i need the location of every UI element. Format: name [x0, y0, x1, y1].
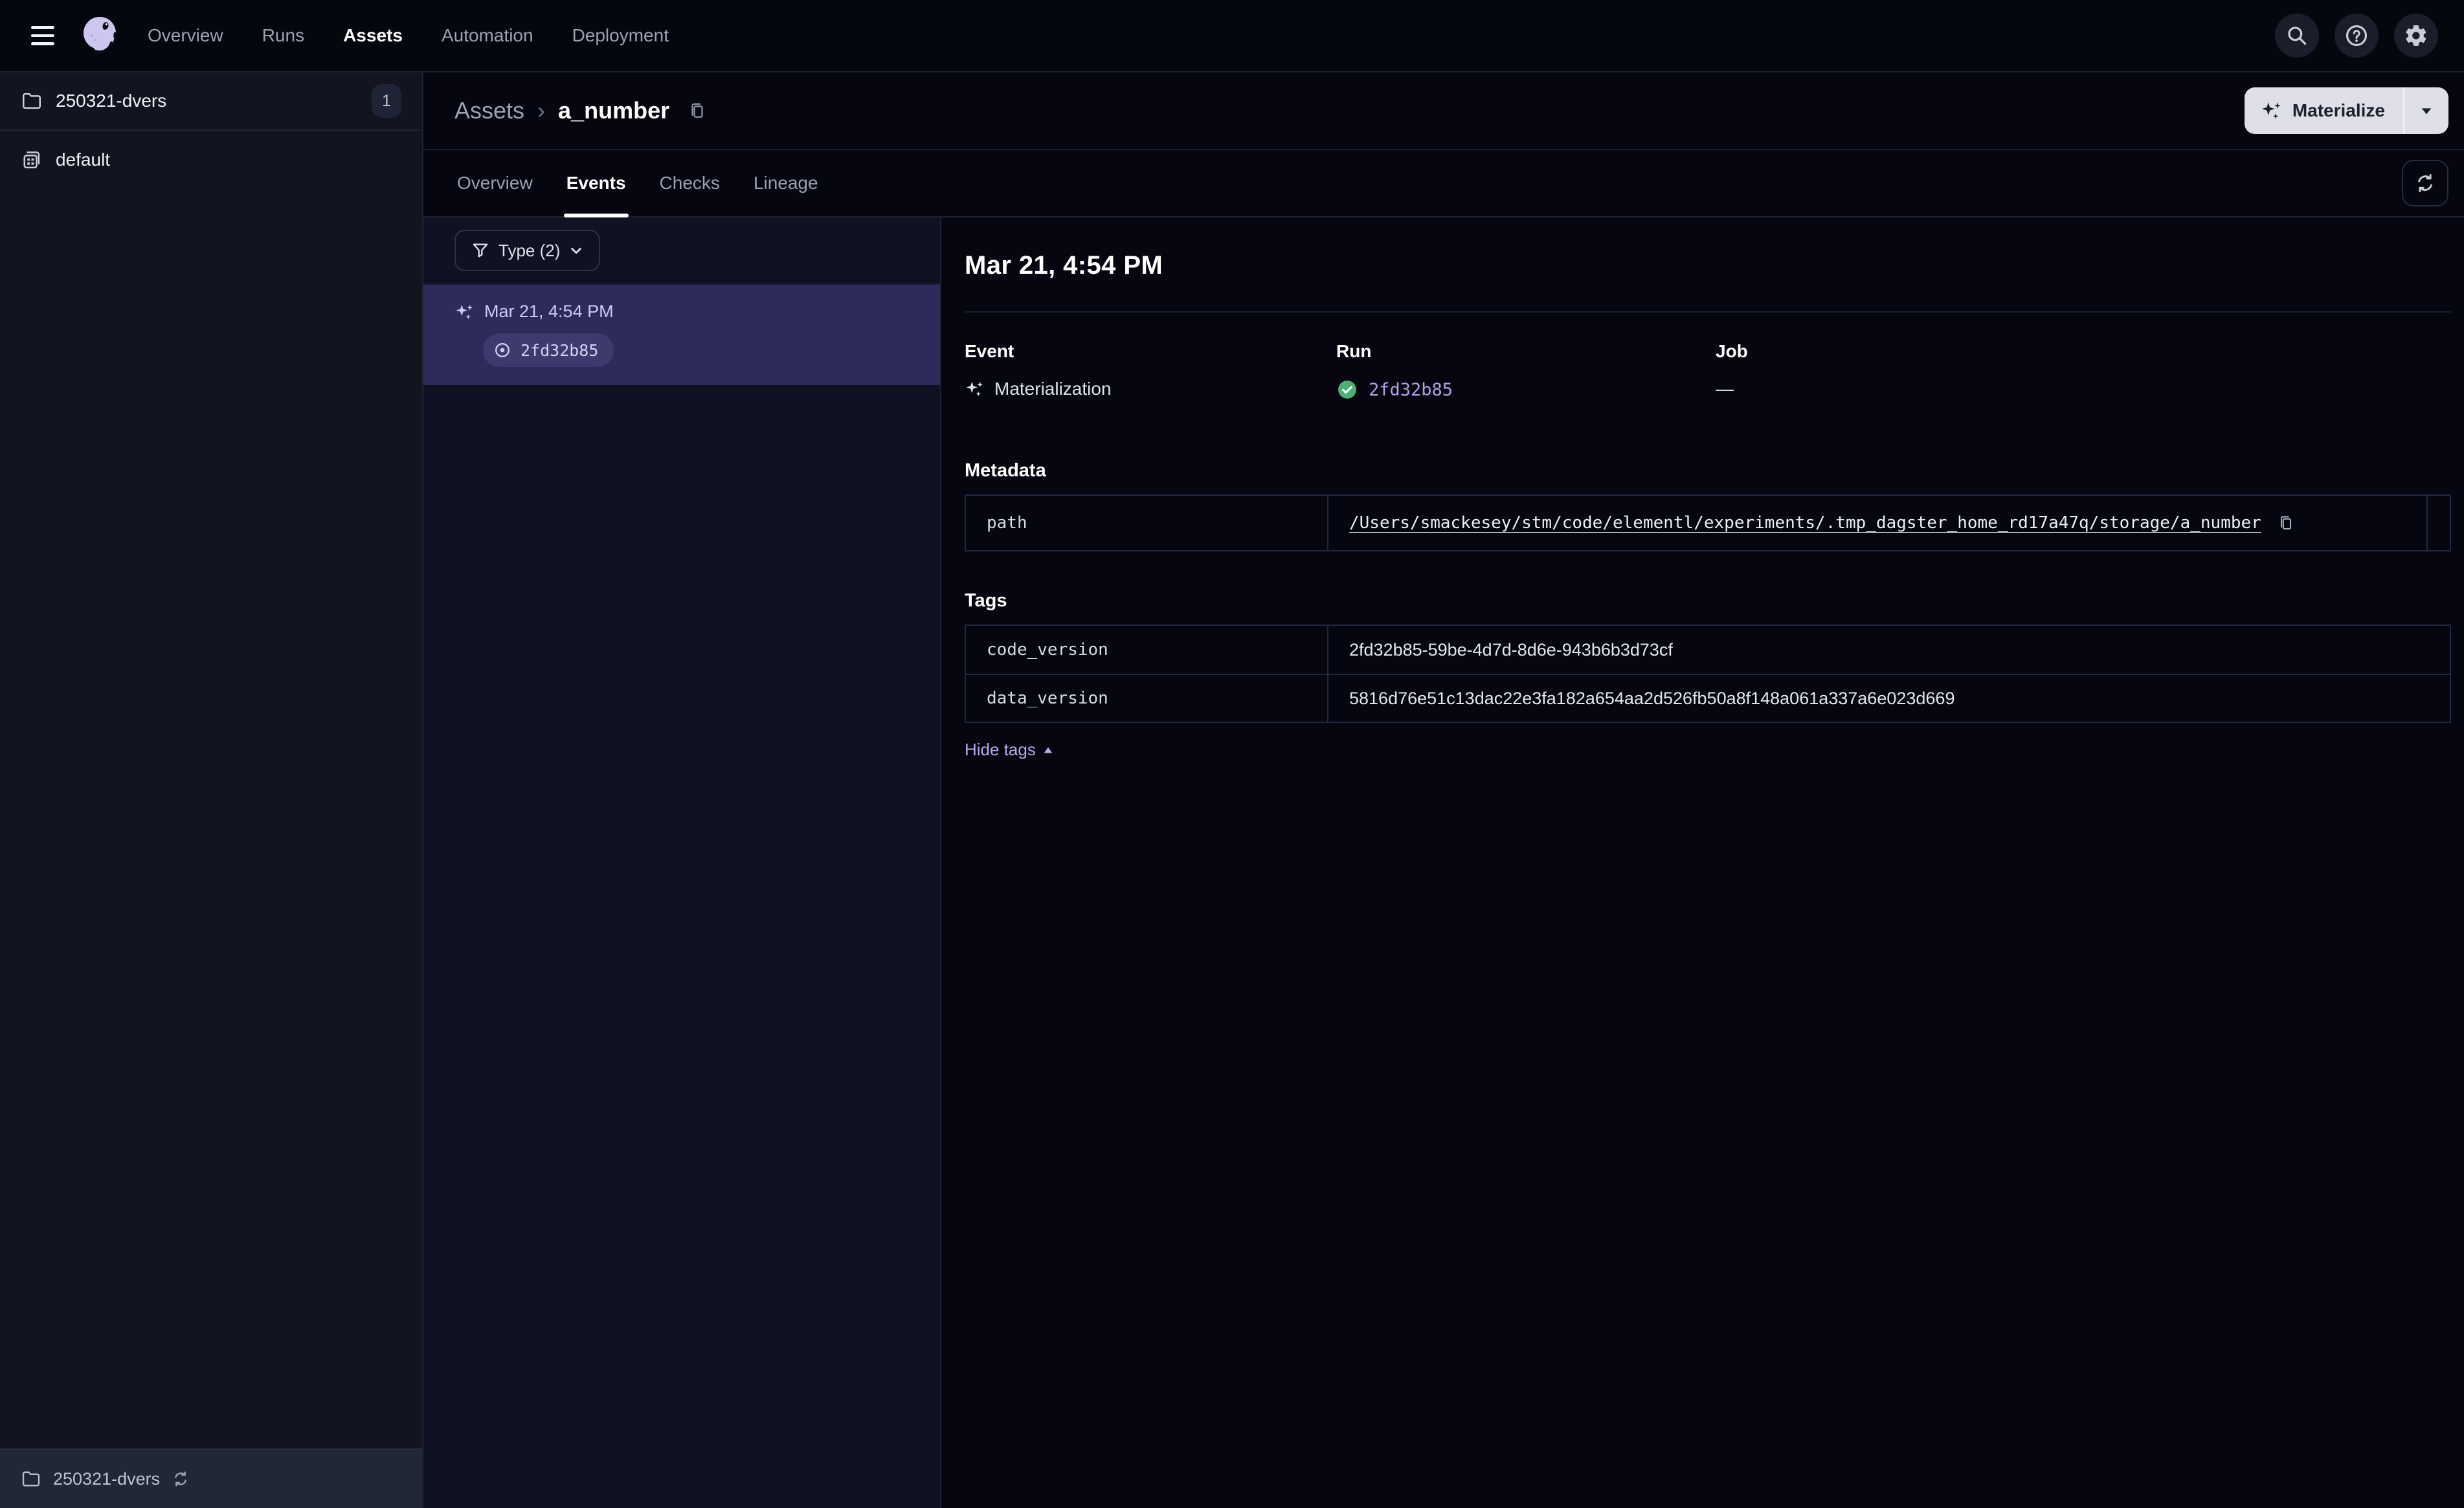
job-empty-value: —	[1716, 379, 1734, 399]
materialize-dropdown-button[interactable]	[2404, 87, 2448, 134]
event-run-pill[interactable]: 2fd32b85	[483, 333, 614, 367]
materialize-split-button: Materialize	[2244, 87, 2448, 134]
sidebar-item-asset-group[interactable]: default	[0, 131, 422, 189]
folder-icon	[22, 1471, 40, 1487]
tab-events[interactable]: Events	[563, 150, 629, 217]
materialize-sparkle-icon	[2261, 102, 2281, 119]
search-icon	[2288, 27, 2307, 45]
nav-item-assets[interactable]: Assets	[343, 25, 403, 46]
asset-group-icon	[23, 151, 40, 169]
metadata-key: path	[966, 496, 1328, 550]
asset-detail-page: Assets › a_number Materialize Overview E…	[423, 72, 2464, 1508]
nav-item-runs[interactable]: Runs	[262, 25, 304, 46]
primary-nav: Overview Runs Assets Automation Deployme…	[148, 25, 669, 46]
type-filter-button[interactable]: Type (2)	[454, 230, 601, 271]
run-column: Run 2fd32b85	[1336, 341, 1716, 401]
table-row: code_version 2fd32b85-59be-4d7d-8d6e-943…	[966, 626, 2450, 674]
menu-icon[interactable]	[21, 14, 65, 58]
code-location-label: 250321-dvers	[56, 91, 167, 111]
nav-actions	[2275, 14, 2438, 58]
type-filter-label: Type (2)	[498, 240, 561, 260]
tags-section: Tags code_version 2fd32b85-59be-4d7d-8d6…	[965, 590, 2451, 760]
event-run-id: 2fd32b85	[521, 340, 599, 360]
hide-tags-link[interactable]: Hide tags	[965, 740, 1054, 760]
event-type-value: Materialization	[994, 379, 1112, 399]
event-detail-panel: Mar 21, 4:54 PM Event Materialization Ru…	[941, 217, 2464, 1508]
job-column-label: Job	[1716, 341, 1748, 361]
event-list-item-selected[interactable]: Mar 21, 4:54 PM 2fd32b85	[423, 285, 940, 385]
search-button[interactable]	[2275, 14, 2319, 58]
run-success-icon	[1338, 381, 1356, 399]
nav-item-deployment[interactable]: Deployment	[572, 25, 669, 46]
top-navigation: Overview Runs Assets Automation Deployme…	[0, 0, 2464, 72]
nav-item-overview[interactable]: Overview	[148, 25, 223, 46]
metadata-heading: Metadata	[965, 460, 1046, 481]
footer-code-location-label: 250321-dvers	[53, 1469, 161, 1489]
caret-down-icon	[2421, 108, 2432, 115]
asset-group-label: default	[56, 150, 111, 170]
asset-tabs: Overview Events Checks Lineage	[454, 150, 821, 217]
metadata-path-link[interactable]: /Users/smackesey/stm/code/elementl/exper…	[1349, 513, 2261, 533]
run-id-link[interactable]: 2fd32b85	[1369, 380, 1453, 400]
copy-icon	[691, 103, 703, 118]
asset-count-badge: 1	[372, 84, 401, 118]
metadata-section: Metadata path /Users/smackesey/stm/code/…	[965, 460, 2451, 551]
tab-checks[interactable]: Checks	[657, 150, 722, 216]
filter-funnel-icon	[473, 243, 488, 258]
job-column: Job —	[1716, 341, 2451, 401]
metadata-table: path /Users/smackesey/stm/code/elementl/…	[965, 494, 2451, 551]
event-filter-row: Type (2)	[423, 217, 940, 285]
event-timestamp: Mar 21, 4:54 PM	[484, 302, 614, 321]
dagster-logo-icon[interactable]	[78, 12, 124, 59]
help-button[interactable]	[2335, 14, 2379, 58]
event-run-job-grid: Event Materialization Run 2fd32b85 Job —	[965, 341, 2451, 401]
tag-value: 5816d76e51c13dac22e3fa182a654aa2d526fb50…	[1349, 688, 1955, 708]
copy-asset-key-button[interactable]	[688, 101, 707, 120]
materialize-button-label: Materialize	[2292, 100, 2385, 120]
tab-lineage[interactable]: Lineage	[751, 150, 821, 216]
gear-icon	[2406, 25, 2426, 46]
tab-overview[interactable]: Overview	[454, 150, 535, 216]
copy-icon	[2280, 516, 2291, 530]
reload-icon	[175, 1471, 187, 1487]
tags-table: code_version 2fd32b85-59be-4d7d-8d6e-943…	[965, 625, 2451, 723]
triangle-up-icon	[1044, 747, 1053, 753]
table-row: path /Users/smackesey/stm/code/elementl/…	[966, 496, 2450, 550]
materialize-button[interactable]: Materialize	[2245, 87, 2403, 134]
tags-heading: Tags	[965, 590, 1007, 611]
copy-path-button[interactable]	[2277, 514, 2295, 532]
event-column-label: Event	[965, 341, 1014, 361]
materialization-sparkle-icon	[456, 304, 473, 319]
breadcrumb-chevron-icon: ›	[537, 97, 546, 124]
asset-tabs-row: Overview Events Checks Lineage	[423, 150, 2464, 217]
refresh-events-button[interactable]	[2402, 160, 2448, 206]
help-icon	[2346, 25, 2368, 47]
tag-key: code_version	[966, 626, 1328, 674]
run-target-icon	[495, 343, 510, 357]
sidebar-item-code-location[interactable]: 250321-dvers 1	[0, 72, 422, 131]
materialization-sparkle-icon	[966, 381, 983, 397]
event-list-panel: Type (2) Mar 21, 4:54 PM 2fd32b85	[423, 217, 941, 1508]
event-detail-title: Mar 21, 4:54 PM	[965, 251, 1163, 280]
nav-item-automation[interactable]: Automation	[442, 25, 533, 46]
run-column-label: Run	[1336, 341, 1372, 361]
hide-tags-label: Hide tags	[965, 740, 1036, 759]
folder-icon	[22, 93, 41, 109]
refresh-icon	[2418, 173, 2432, 193]
table-row: data_version 5816d76e51c13dac22e3fa182a6…	[966, 674, 2450, 722]
page-title: a_number	[558, 97, 670, 124]
chevron-down-icon	[571, 247, 582, 254]
breadcrumb-assets-link[interactable]: Assets	[454, 97, 524, 124]
asset-catalog-sidebar: 250321-dvers 1 default 250321-dvers	[0, 72, 423, 1508]
event-column: Event Materialization	[965, 341, 1336, 401]
tag-key: data_version	[966, 675, 1328, 722]
sidebar-footer[interactable]: 250321-dvers	[0, 1448, 422, 1508]
tag-value: 2fd32b85-59be-4d7d-8d6e-943b6b3d73cf	[1349, 639, 1673, 660]
breadcrumb: Assets › a_number	[454, 97, 707, 124]
settings-button[interactable]	[2394, 14, 2438, 58]
page-header: Assets › a_number Materialize	[423, 72, 2464, 150]
